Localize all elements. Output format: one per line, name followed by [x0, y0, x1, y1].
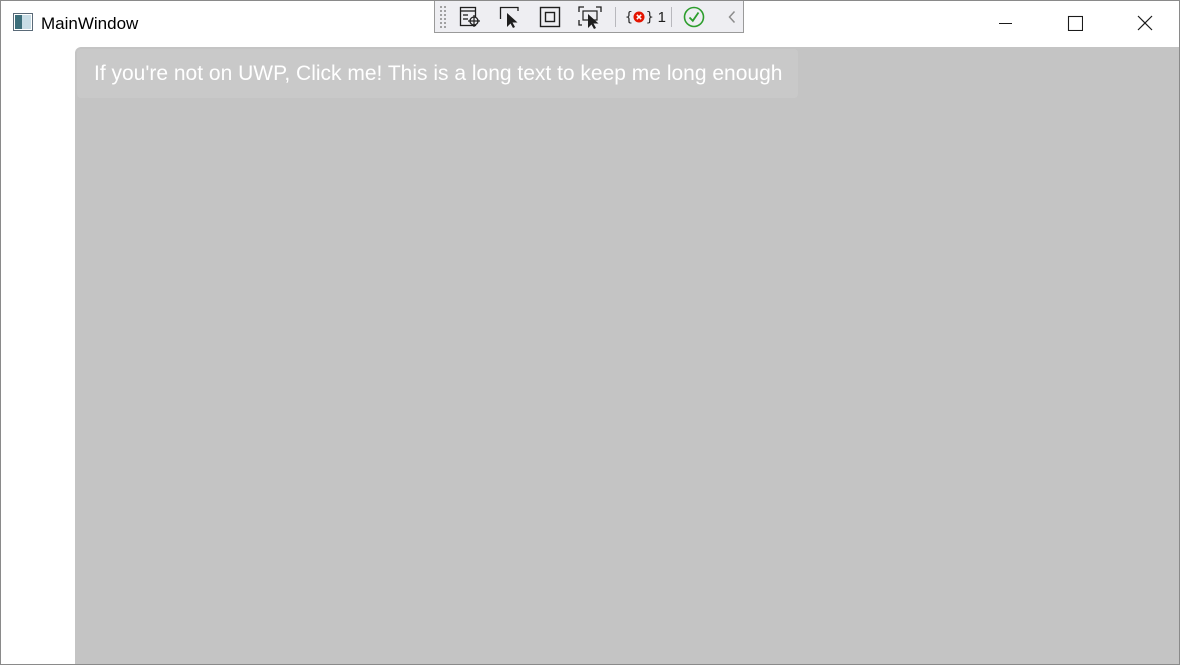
content-panel: [75, 47, 1179, 664]
select-element-icon[interactable]: [497, 4, 523, 30]
live-visual-tree-icon[interactable]: [457, 4, 483, 30]
binding-errors-indicator[interactable]: { } 1: [625, 7, 666, 27]
maximize-button[interactable]: [1052, 1, 1098, 45]
binding-errors-count: 1: [657, 8, 666, 26]
title-bar[interactable]: MainWindow {} 1: [1, 1, 1179, 45]
toolbar-separator: [615, 7, 616, 27]
track-focus-icon[interactable]: [577, 4, 603, 30]
chevron-left-icon[interactable]: [719, 4, 745, 30]
close-icon: [1137, 15, 1153, 31]
binding-errors-icon: {: [625, 9, 633, 25]
close-button[interactable]: [1122, 1, 1168, 45]
minimize-icon: [999, 23, 1012, 24]
maximize-icon: [1067, 15, 1083, 31]
minimize-button[interactable]: [982, 1, 1028, 45]
main-window: MainWindow {} 1 If you're not on UWP, C…: [0, 0, 1180, 665]
display-layout-adorners-icon[interactable]: [537, 4, 563, 30]
xaml-debug-toolbar: { } 1: [434, 1, 744, 33]
checkmark-status-icon[interactable]: [681, 4, 707, 30]
click-me-button[interactable]: If you're not on UWP, Click me! This is …: [77, 49, 799, 98]
window-title: MainWindow: [41, 14, 139, 33]
error-x-icon: [633, 11, 645, 23]
toolbar-separator: [671, 7, 672, 27]
toolbar-grip[interactable]: [439, 5, 447, 29]
window-app-icon: [13, 13, 33, 31]
